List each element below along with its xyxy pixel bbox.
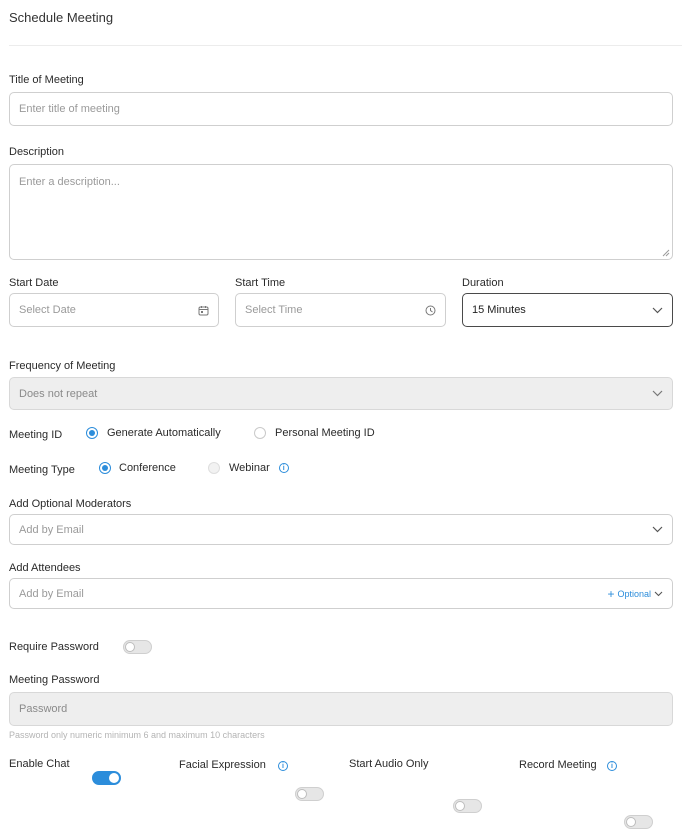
start-time-input[interactable]: Select Time — [235, 293, 446, 327]
chevron-down-icon — [642, 390, 672, 397]
moderators-input[interactable]: Add by Email — [9, 514, 673, 545]
frequency-label: Frequency of Meeting — [9, 360, 116, 372]
duration-select[interactable]: 15 Minutes — [462, 293, 673, 327]
radio-button-selected[interactable] — [99, 462, 111, 474]
plus-icon: + — [607, 586, 615, 601]
moderators-placeholder: Add by Email — [19, 523, 84, 536]
radio-conference[interactable]: Conference — [99, 462, 176, 474]
description-textarea[interactable]: Enter a description... — [9, 164, 673, 260]
start-date-placeholder: Select Date — [19, 304, 76, 316]
require-password-toggle[interactable] — [123, 640, 152, 654]
chevron-down-icon — [654, 591, 663, 596]
moderators-label: Add Optional Moderators — [9, 498, 132, 510]
radio-button-selected[interactable] — [86, 427, 98, 439]
page-title: Schedule Meeting — [9, 10, 114, 25]
chevron-down-icon — [642, 526, 672, 533]
password-label: Meeting Password — [9, 674, 100, 686]
facial-expression-label: Facial Expression — [179, 759, 266, 771]
header-divider — [9, 45, 682, 46]
start-audio-only-toggle[interactable] — [453, 799, 482, 813]
password-hint: Password only numeric minimum 6 and maxi… — [9, 730, 265, 740]
radio-generate-automatically[interactable]: Generate Automatically — [86, 427, 221, 439]
start-date-input[interactable]: Select Date — [9, 293, 219, 327]
description-placeholder: Enter a description... — [19, 176, 120, 188]
radio-button-disabled[interactable] — [208, 462, 220, 474]
info-icon[interactable]: i — [278, 463, 289, 473]
password-input[interactable]: Password — [9, 692, 673, 726]
duration-label: Duration — [462, 277, 504, 289]
radio-label: Personal Meeting ID — [275, 427, 375, 439]
radio-webinar[interactable]: Webinar i — [208, 462, 289, 474]
resize-handle-icon[interactable] — [662, 249, 670, 257]
radio-label: Webinar — [229, 462, 270, 474]
optional-toggle[interactable]: + Optional — [607, 588, 663, 600]
password-placeholder: Password — [19, 703, 68, 715]
clock-icon[interactable] — [415, 305, 445, 316]
frequency-value: Does not repeat — [19, 387, 98, 400]
title-placeholder: Enter title of meeting — [19, 103, 120, 115]
frequency-select[interactable]: Does not repeat — [9, 377, 673, 410]
attendees-placeholder: Add by Email — [19, 587, 84, 600]
title-input[interactable]: Enter title of meeting — [9, 92, 673, 126]
radio-label: Conference — [119, 462, 176, 474]
record-meeting-toggle[interactable] — [624, 815, 653, 829]
attendees-input[interactable]: Add by Email + Optional — [9, 578, 673, 609]
start-date-label: Start Date — [9, 277, 59, 289]
chevron-down-icon — [642, 307, 672, 314]
start-time-label: Start Time — [235, 277, 286, 289]
optional-label: Optional — [617, 588, 651, 599]
attendees-label: Add Attendees — [9, 562, 81, 574]
radio-personal-meeting-id[interactable]: Personal Meeting ID — [254, 427, 375, 439]
require-password-label: Require Password — [9, 641, 99, 653]
meeting-id-label: Meeting ID — [9, 429, 63, 441]
start-audio-only-label: Start Audio Only — [349, 758, 429, 770]
duration-value: 15 Minutes — [472, 304, 526, 316]
enable-chat-label: Enable Chat — [9, 758, 70, 770]
enable-chat-toggle[interactable] — [92, 771, 121, 785]
radio-button[interactable] — [254, 427, 266, 439]
record-meeting-label: Record Meeting — [519, 759, 597, 771]
description-label: Description — [9, 146, 65, 158]
start-time-placeholder: Select Time — [245, 304, 303, 316]
calendar-icon[interactable] — [188, 305, 218, 316]
meeting-type-label: Meeting Type — [9, 464, 75, 476]
title-label: Title of Meeting — [9, 74, 84, 86]
facial-expression-toggle[interactable] — [295, 787, 324, 801]
info-icon[interactable]: i — [278, 761, 288, 771]
radio-label: Generate Automatically — [107, 427, 221, 439]
info-icon[interactable]: i — [607, 761, 617, 771]
